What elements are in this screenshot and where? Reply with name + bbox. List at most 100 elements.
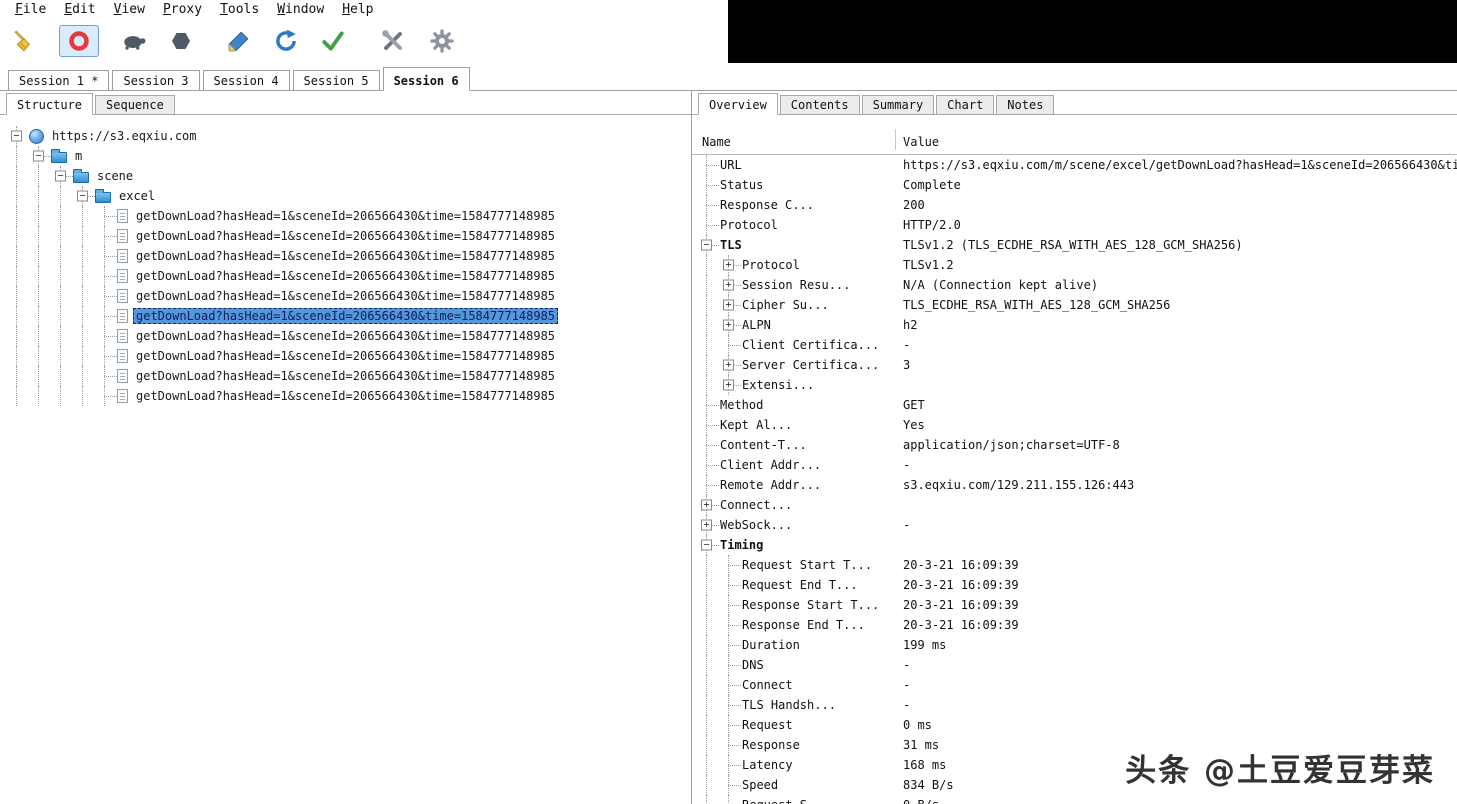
overview-row[interactable]: Remote Addr...s3.eqxiu.com/129.211.155.1… (692, 475, 1457, 495)
tree-request-row[interactable]: getDownLoad?hasHead=1&sceneId=206566430&… (6, 386, 691, 406)
menu-item-file[interactable]: File (6, 2, 55, 17)
validate-button[interactable] (320, 28, 346, 54)
overview-row[interactable]: +Server Certifica...3 (692, 355, 1457, 375)
repeat-button[interactable] (273, 28, 299, 54)
overview-row[interactable]: + Connect... (692, 495, 1457, 515)
overview-row[interactable]: ProtocolHTTP/2.0 (692, 215, 1457, 235)
overview-row[interactable]: −Timing (692, 535, 1457, 555)
expand-toggle-icon[interactable]: + (723, 280, 734, 291)
session-tab-session-5[interactable]: Session 5 (293, 70, 380, 90)
tree-node-row[interactable]: −m (6, 146, 691, 166)
collapse-toggle-icon[interactable]: − (55, 171, 66, 182)
overview-row[interactable]: Duration199 ms (692, 635, 1457, 655)
overview-row[interactable]: Response End T...20-3-21 16:09:39 (692, 615, 1457, 635)
session-tab-session-1-[interactable]: Session 1 * (8, 70, 109, 90)
overview-row[interactable]: StatusComplete (692, 175, 1457, 195)
overview-row[interactable]: Connect- (692, 675, 1457, 695)
overview-row[interactable]: Client Certifica...- (692, 335, 1457, 355)
compose-button[interactable] (226, 28, 252, 54)
overview-row[interactable]: MethodGET (692, 395, 1457, 415)
overview-row[interactable]: Request End T...20-3-21 16:09:39 (692, 575, 1457, 595)
expand-toggle-icon[interactable]: + (701, 500, 712, 511)
overview-row[interactable]: Content-T...application/json;charset=UTF… (692, 435, 1457, 455)
tab-notes[interactable]: Notes (996, 95, 1054, 114)
tools-button[interactable] (379, 27, 407, 55)
session-tab-session-6[interactable]: Session 6 (383, 67, 470, 91)
expand-toggle-icon[interactable]: + (723, 320, 734, 331)
tree-node-row[interactable]: −scene (6, 166, 691, 186)
overview-row[interactable]: Request0 ms (692, 715, 1457, 735)
expand-toggle-icon[interactable]: + (723, 300, 734, 311)
expand-toggle-icon[interactable]: + (723, 380, 734, 391)
session-tab-bar: Session 1 *Session 3Session 4Session 5Se… (0, 62, 1457, 90)
row-value: h2 (895, 318, 1457, 332)
menu-item-help[interactable]: Help (333, 2, 382, 17)
tree-request-row[interactable]: getDownLoad?hasHead=1&sceneId=206566430&… (6, 226, 691, 246)
record-button[interactable] (59, 25, 99, 57)
row-name: Connect... (718, 498, 792, 512)
tree-request-row[interactable]: getDownLoad?hasHead=1&sceneId=206566430&… (6, 326, 691, 346)
overview-row[interactable]: Client Addr...- (692, 455, 1457, 475)
gear-icon (428, 27, 456, 55)
overview-row[interactable]: −TLSTLSv1.2 (TLS_ECDHE_RSA_WITH_AES_128_… (692, 235, 1457, 255)
throttle-button[interactable] (120, 28, 148, 54)
overview-row[interactable]: +ALPNh2 (692, 315, 1457, 335)
row-name: Connect (740, 678, 793, 692)
tree-request-row[interactable]: getDownLoad?hasHead=1&sceneId=206566430&… (6, 206, 691, 226)
session-tab-session-3[interactable]: Session 3 (112, 70, 199, 90)
menu-item-edit[interactable]: Edit (55, 2, 104, 17)
tree-request-row[interactable]: getDownLoad?hasHead=1&sceneId=206566430&… (6, 246, 691, 266)
row-name: Remote Addr... (718, 478, 821, 492)
overview-row[interactable]: Response C...200 (692, 195, 1457, 215)
tab-chart[interactable]: Chart (936, 95, 994, 114)
overview-row[interactable]: Request S...0 B/s (692, 795, 1457, 804)
session-tab-session-4[interactable]: Session 4 (203, 70, 290, 90)
overview-row[interactable]: Response Start T...20-3-21 16:09:39 (692, 595, 1457, 615)
clear-button[interactable] (12, 28, 38, 54)
column-separator[interactable] (895, 129, 896, 150)
breakpoints-button[interactable] (169, 29, 193, 53)
tree-request-row[interactable]: getDownLoad?hasHead=1&sceneId=206566430&… (6, 286, 691, 306)
tab-overview[interactable]: Overview (698, 93, 778, 115)
overview-row[interactable]: +Cipher Su...TLS_ECDHE_RSA_WITH_AES_128_… (692, 295, 1457, 315)
overview-row[interactable]: +WebSock...- (692, 515, 1457, 535)
collapse-toggle-icon[interactable]: − (11, 131, 22, 142)
overview-row[interactable]: +Extensi... (692, 375, 1457, 395)
overview-row[interactable]: Request Start T...20-3-21 16:09:39 (692, 555, 1457, 575)
collapse-toggle-icon[interactable]: − (77, 191, 88, 202)
checkmark-icon (320, 28, 346, 54)
request-icon (117, 349, 128, 363)
tab-sequence[interactable]: Sequence (95, 95, 175, 114)
expand-toggle-icon[interactable]: + (723, 360, 734, 371)
overview-row[interactable]: DNS- (692, 655, 1457, 675)
overview-row[interactable]: +ProtocolTLSv1.2 (692, 255, 1457, 275)
request-icon (117, 269, 128, 283)
overview-row[interactable]: +Session Resu...N/A (Connection kept ali… (692, 275, 1457, 295)
settings-button[interactable] (428, 27, 456, 55)
collapse-toggle-icon[interactable]: − (701, 540, 712, 551)
tab-contents[interactable]: Contents (780, 95, 860, 114)
tree-node-row[interactable]: −https://s3.eqxiu.com (6, 126, 691, 146)
tab-summary[interactable]: Summary (862, 95, 935, 114)
menu-item-view[interactable]: View (105, 2, 154, 17)
collapse-toggle-icon[interactable]: − (701, 240, 712, 251)
collapse-toggle-icon[interactable]: − (33, 151, 44, 162)
tree-request-row[interactable]: getDownLoad?hasHead=1&sceneId=206566430&… (6, 346, 691, 366)
expand-toggle-icon[interactable]: + (701, 520, 712, 531)
overview-row[interactable]: URLhttps://s3.eqxiu.com/m/scene/excel/ge… (692, 155, 1457, 175)
menu-item-tools[interactable]: Tools (211, 2, 268, 17)
overview-row[interactable]: Kept Al...Yes (692, 415, 1457, 435)
tree-label: getDownLoad?hasHead=1&sceneId=206566430&… (133, 288, 558, 304)
tree-request-row[interactable]: getDownLoad?hasHead=1&sceneId=206566430&… (6, 266, 691, 286)
row-name: Request Start T... (740, 558, 872, 572)
tab-structure[interactable]: Structure (6, 93, 93, 115)
tree-request-row[interactable]: getDownLoad?hasHead=1&sceneId=206566430&… (6, 366, 691, 386)
tree-node-row[interactable]: −excel (6, 186, 691, 206)
expand-toggle-icon[interactable]: + (723, 260, 734, 271)
overview-row[interactable]: TLS Handsh...- (692, 695, 1457, 715)
tree-request-row[interactable]: getDownLoad?hasHead=1&sceneId=206566430&… (6, 306, 691, 326)
menu-item-window[interactable]: Window (268, 2, 333, 17)
structure-tree: −https://s3.eqxiu.com−m−scene−excelgetDo… (0, 115, 691, 804)
row-name: Timing (718, 538, 763, 552)
menu-item-proxy[interactable]: Proxy (154, 2, 211, 17)
